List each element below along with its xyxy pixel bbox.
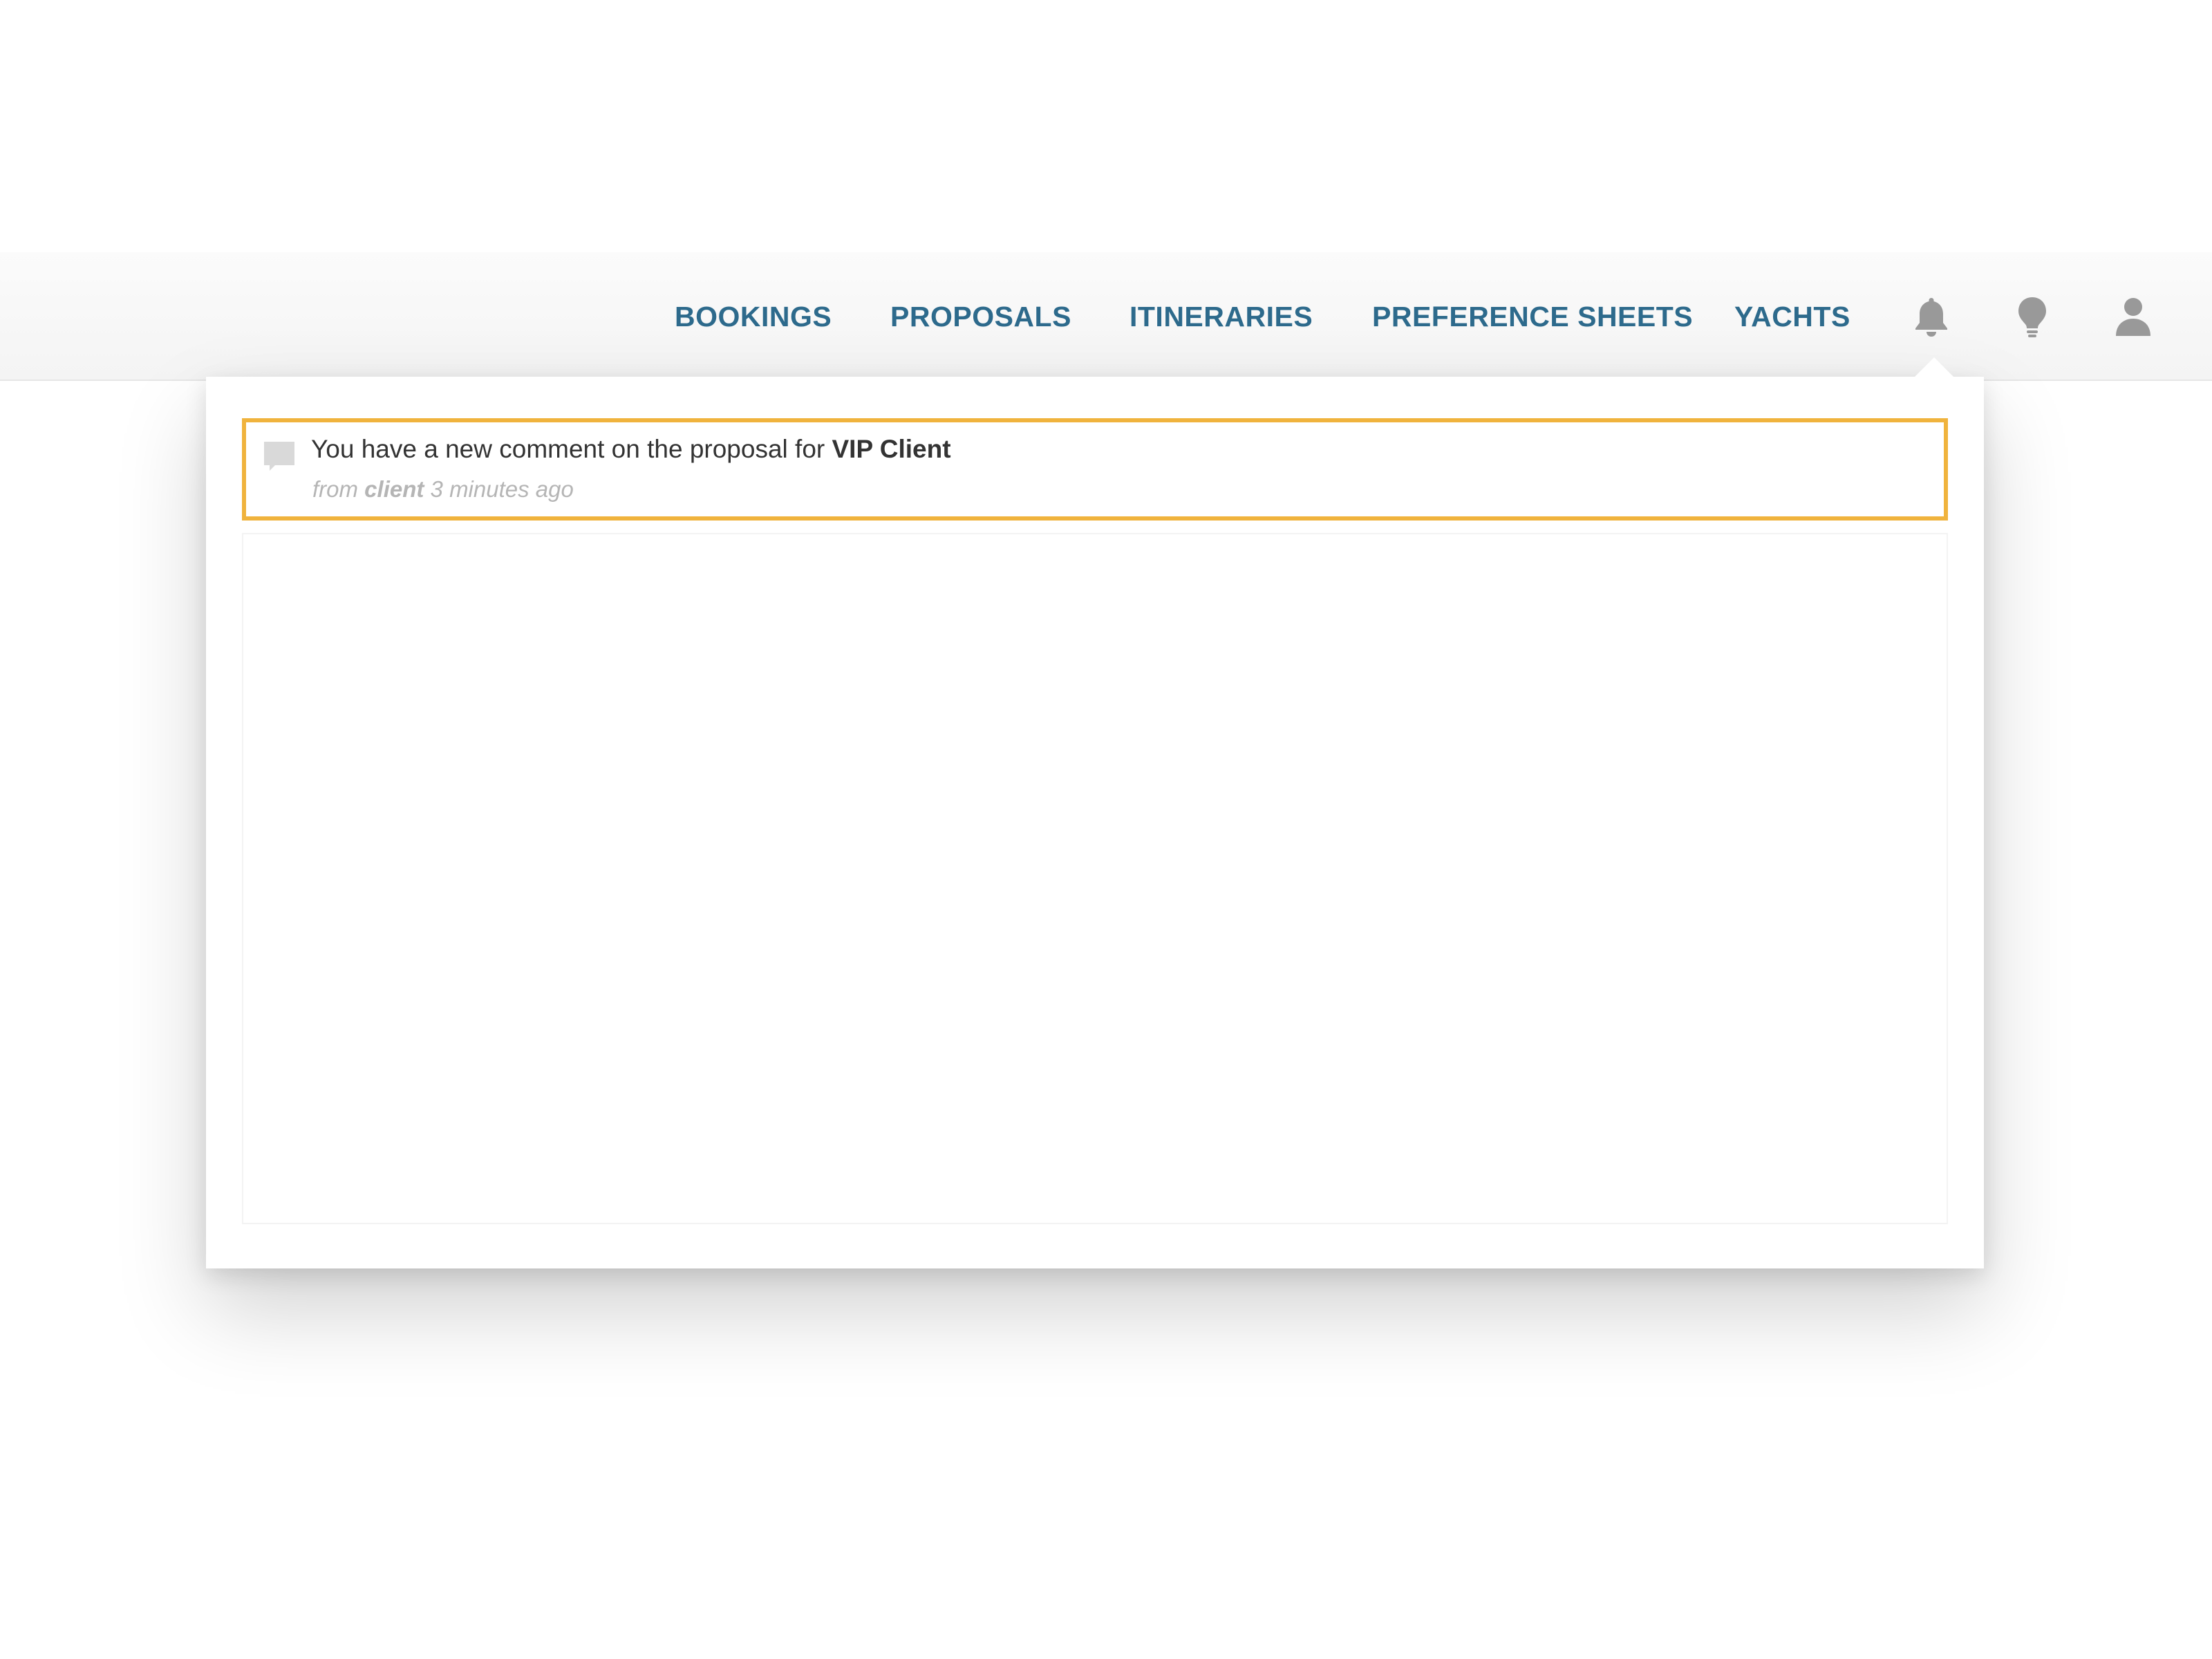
nav-preference-sheets[interactable]: PREFERENCE SHEETS xyxy=(1372,252,1693,381)
notifications-dropdown: You have a new comment on the proposal f… xyxy=(206,377,1984,1268)
notification-time: 3 minutes ago xyxy=(430,476,574,502)
comment-icon xyxy=(261,439,297,475)
lightbulb-icon[interactable] xyxy=(2006,290,2059,343)
notifications-empty-area xyxy=(242,533,1948,1224)
nav-yachts[interactable]: YACHTS xyxy=(1734,252,1850,381)
notification-subject: VIP Client xyxy=(832,435,951,463)
bell-icon[interactable] xyxy=(1905,290,1958,343)
user-icon[interactable] xyxy=(2107,290,2159,343)
nav-proposals[interactable]: PROPOSALS xyxy=(890,252,1071,381)
nav-bookings[interactable]: BOOKINGS xyxy=(675,252,832,381)
page: BOOKINGS PROPOSALS ITINERARIES PREFERENC… xyxy=(0,0,2212,1659)
notification-meta: from client 3 minutes ago xyxy=(312,476,574,503)
dropdown-caret xyxy=(1913,357,1955,378)
notification-text: You have a new comment on the proposal f… xyxy=(311,435,825,463)
nav-itineraries[interactable]: ITINERARIES xyxy=(1130,252,1313,381)
notification-from-label: from xyxy=(312,476,358,502)
notification-author: client xyxy=(364,476,424,502)
notification-item[interactable]: You have a new comment on the proposal f… xyxy=(242,418,1948,521)
top-navigation-bar: BOOKINGS PROPOSALS ITINERARIES PREFERENC… xyxy=(0,252,2212,381)
notification-message: You have a new comment on the proposal f… xyxy=(311,435,951,464)
